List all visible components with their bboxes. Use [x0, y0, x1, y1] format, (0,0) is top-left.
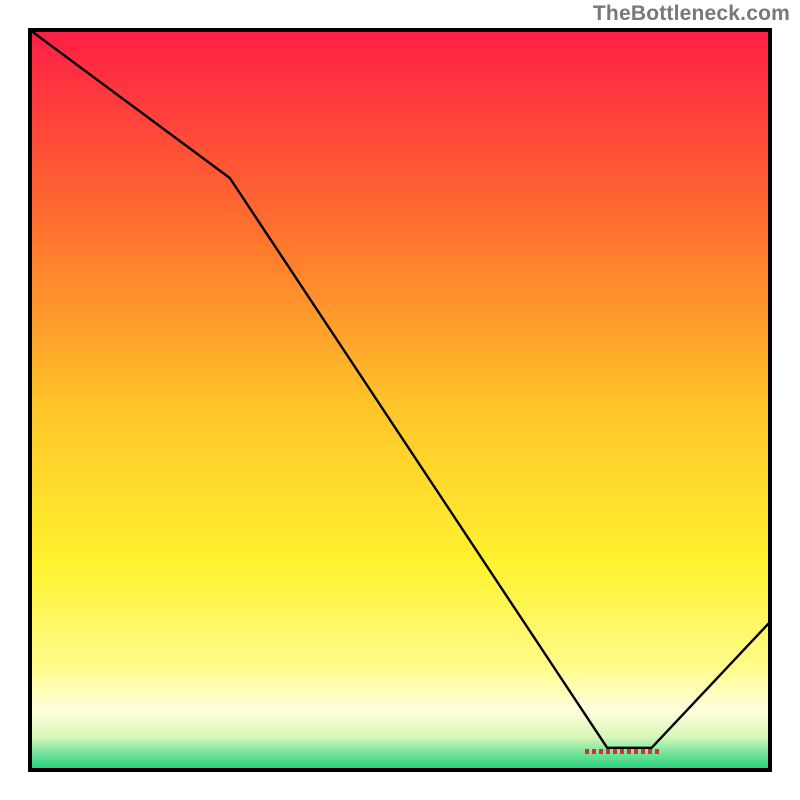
plot-background	[30, 30, 770, 770]
bottleneck-chart	[0, 0, 800, 800]
watermark-text: TheBottleneck.com	[593, 2, 790, 26]
